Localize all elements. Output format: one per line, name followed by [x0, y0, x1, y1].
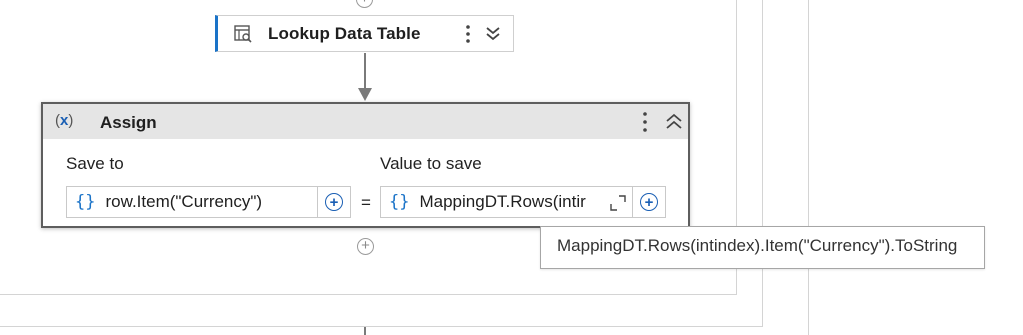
- assign-header[interactable]: (x) Assign: [43, 104, 688, 139]
- assign-activity-title: Assign: [100, 113, 157, 132]
- add-activity-top-icon[interactable]: +: [356, 0, 373, 8]
- lookup-more-options-icon[interactable]: [463, 23, 473, 45]
- table-lookup-icon: [232, 23, 254, 45]
- plus-circle-icon: +: [325, 193, 343, 211]
- value-plus-button[interactable]: +: [632, 186, 666, 218]
- lookup-data-table-activity[interactable]: Lookup Data Table: [215, 15, 514, 52]
- outer-frame-border: [808, 0, 809, 335]
- plus-circle-icon: +: [640, 193, 658, 211]
- expand-editor-icon[interactable]: [610, 195, 626, 216]
- equals-sign: =: [361, 193, 371, 212]
- assign-activity[interactable]: (x) Assign Save to Value to save {} row.…: [41, 102, 690, 228]
- expand-chevron-icon[interactable]: [483, 24, 503, 44]
- collapse-chevron-icon[interactable]: [663, 112, 685, 132]
- lookup-activity-title: Lookup Data Table: [268, 23, 421, 43]
- assign-more-options-icon[interactable]: [640, 110, 650, 134]
- save-to-label: Save to: [66, 154, 124, 173]
- connector-stub: [364, 327, 366, 335]
- save-to-value: row.Item("Currency"): [105, 192, 263, 211]
- add-activity-bottom-icon[interactable]: +: [357, 238, 374, 255]
- expression-braces-icon[interactable]: {}: [75, 192, 95, 212]
- save-to-plus-button[interactable]: +: [317, 186, 351, 218]
- outer-container-border-bottom: [0, 326, 763, 327]
- outer-container-border-right: [762, 0, 763, 327]
- connector-arrow: [358, 53, 372, 101]
- save-to-input[interactable]: {} row.Item("Currency"): [66, 186, 318, 218]
- container-border-bottom: [0, 294, 737, 295]
- value-to-save-input[interactable]: {} MappingDT.Rows(intir: [380, 186, 633, 218]
- expression-tooltip: MappingDT.Rows(intindex).Item("Currency"…: [540, 226, 985, 269]
- value-to-save-text: MappingDT.Rows(intir: [419, 192, 586, 211]
- variable-x-icon: (x): [55, 112, 74, 129]
- value-to-save-label: Value to save: [380, 154, 482, 173]
- expression-braces-icon[interactable]: {}: [389, 192, 409, 212]
